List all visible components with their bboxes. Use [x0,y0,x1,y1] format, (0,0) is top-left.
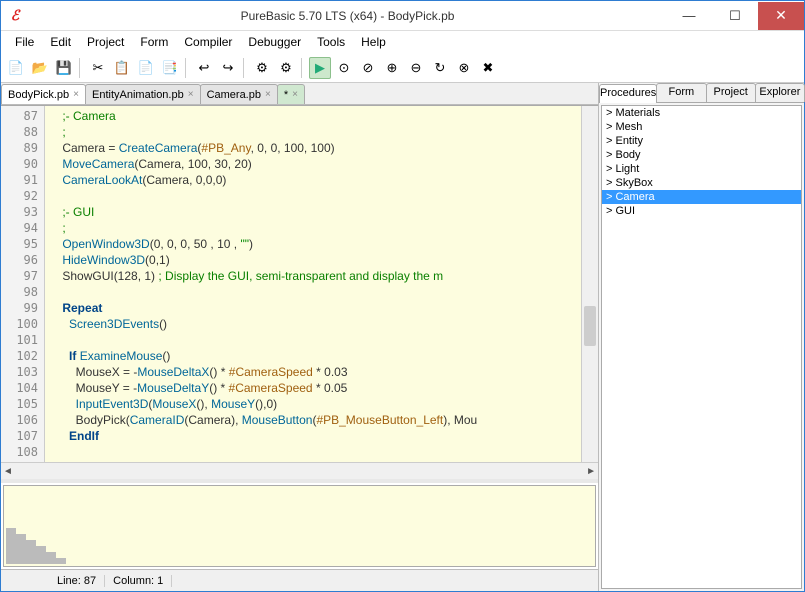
step-over-button[interactable]: ⊙ [333,57,355,79]
cancel-icon: ✖ [483,60,494,76]
tab-file[interactable]: Camera.pb × [200,84,278,104]
menubar: FileEditProjectFormCompilerDebuggerTools… [1,31,804,53]
procedure-item[interactable]: > Light [602,162,801,176]
open-file-icon: 📂 [32,60,48,76]
procedures-list[interactable]: > Materials> Mesh> Entity> Body> Light> … [601,105,802,589]
tab-close-icon[interactable]: × [265,89,271,100]
sidepanel-tab-form[interactable]: Form [656,83,706,102]
procedure-item[interactable]: > Body [602,148,801,162]
tab-file[interactable]: *× [277,84,305,104]
side-panel: ProceduresFormProjectExplorer > Material… [599,83,804,591]
menu-help[interactable]: Help [353,33,394,51]
statusbar: Line: 87 Column: 1 [1,569,598,591]
menu-form[interactable]: Form [132,33,176,51]
copy-button[interactable]: 📋 [111,57,133,79]
tab-close-icon[interactable]: × [292,89,298,100]
cut-button[interactable]: ✂ [87,57,109,79]
tab-file[interactable]: EntityAnimation.pb × [85,84,201,104]
cancel-button[interactable]: ✖ [477,57,499,79]
titlebar: ℰ PureBasic 5.70 LTS (x64) - BodyPick.pb… [1,1,804,31]
build-icon: ⚙ [256,60,268,76]
tab-label: * [284,89,288,101]
tab-close-icon[interactable]: × [73,89,79,100]
run-button[interactable]: ▶ [309,57,331,79]
output-panel-content[interactable] [3,485,596,567]
line-gutter: 87 88 89 90 91 92 93 94 95 96 97 98 99 1… [1,106,45,462]
procedure-item[interactable]: > GUI [602,204,801,218]
step-back-icon: ⊖ [411,60,422,76]
sidepanel-tab-procedures[interactable]: Procedures [599,84,657,103]
build-button[interactable]: ⚙ [251,57,273,79]
new-file-icon: 📄 [8,60,24,76]
side-panel-tabs: ProceduresFormProjectExplorer [599,83,804,103]
tab-label: Camera.pb [207,89,261,101]
menu-file[interactable]: File [7,33,42,51]
stop-icon: ⊗ [459,60,470,76]
redo-button[interactable]: ↪ [217,57,239,79]
save-file-button[interactable]: 💾 [53,57,75,79]
procedure-item[interactable]: > Materials [602,106,801,120]
tab-label: BodyPick.pb [8,89,69,101]
step-forward-button[interactable]: ⊕ [381,57,403,79]
buildopt-button[interactable]: ⚙ [275,57,297,79]
code-editor[interactable]: ;- Camera ; Camera = CreateCamera(#PB_An… [45,106,581,462]
file-tabs: BodyPick.pb×EntityAnimation.pb×Camera.pb… [1,83,598,105]
dup-button[interactable]: 📑 [159,57,181,79]
procedure-item[interactable]: > Entity [602,134,801,148]
paste-button[interactable]: 📄 [135,57,157,79]
status-column: Column: 1 [105,575,172,587]
menu-tools[interactable]: Tools [309,33,353,51]
window-title: PureBasic 5.70 LTS (x64) - BodyPick.pb [29,9,666,23]
step-into-icon: ⊘ [363,60,374,76]
menu-debugger[interactable]: Debugger [240,33,309,51]
cut-icon: ✂ [93,60,104,76]
procedure-item[interactable]: > Mesh [602,120,801,134]
procedure-item[interactable]: > Camera [602,190,801,204]
vertical-scrollbar[interactable] [581,106,598,462]
maximize-button[interactable]: ☐ [712,2,758,30]
step-into-button[interactable]: ⊘ [357,57,379,79]
sidepanel-tab-project[interactable]: Project [706,83,756,102]
paste-icon: 📄 [138,60,154,76]
open-file-button[interactable]: 📂 [29,57,51,79]
menu-compiler[interactable]: Compiler [176,33,240,51]
tab-file[interactable]: BodyPick.pb × [1,84,86,104]
undo-button[interactable]: ↩ [193,57,215,79]
restart-icon: ↻ [435,60,446,76]
step-back-button[interactable]: ⊖ [405,57,427,79]
buildopt-icon: ⚙ [280,60,292,76]
redo-icon: ↪ [223,60,234,76]
app-icon: ℰ [1,7,29,24]
resize-grip-icon [6,528,66,564]
restart-button[interactable]: ↻ [429,57,451,79]
output-panel [1,479,598,569]
save-file-icon: 💾 [56,60,72,76]
dup-icon: 📑 [162,60,178,76]
run-icon: ▶ [315,60,325,76]
copy-icon: 📋 [114,60,130,76]
status-line: Line: 87 [49,575,105,587]
close-button[interactable]: ✕ [758,2,804,30]
scrollbar-thumb[interactable] [584,306,596,346]
new-file-button[interactable]: 📄 [5,57,27,79]
step-over-icon: ⊙ [339,60,350,76]
menu-project[interactable]: Project [79,33,132,51]
minimize-button[interactable]: — [666,2,712,30]
stop-button[interactable]: ⊗ [453,57,475,79]
menu-edit[interactable]: Edit [42,33,79,51]
horizontal-scrollbar[interactable]: ◄► [1,462,598,479]
toolbar: 📄 📂 💾 ✂ 📋 📄 📑 ↩ ↪ ⚙ ⚙ ▶ ⊙ ⊘ ⊕ ⊖ ↻ ⊗ ✖ [1,53,804,83]
tab-label: EntityAnimation.pb [92,89,184,101]
tab-close-icon[interactable]: × [188,89,194,100]
step-forward-icon: ⊕ [387,60,398,76]
sidepanel-tab-explorer[interactable]: Explorer [755,83,805,102]
undo-icon: ↩ [199,60,210,76]
procedure-item[interactable]: > SkyBox [602,176,801,190]
